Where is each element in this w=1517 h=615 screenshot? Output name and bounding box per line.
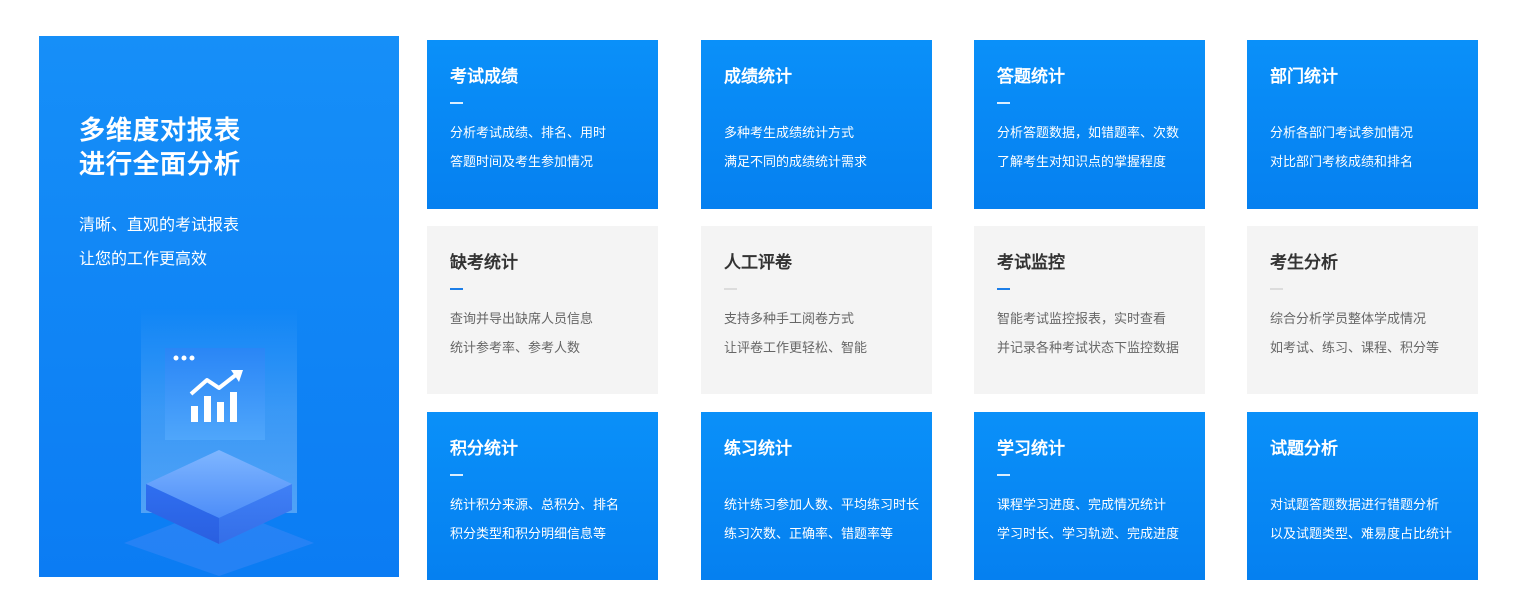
card-description-line-1: 分析答题数据，如错题率、次数 — [997, 126, 1180, 141]
feature-card-manual-grading[interactable]: 人工评卷 支持多种手工阅卷方式 让评卷工作更轻松、智能 — [701, 226, 932, 394]
report-illustration — [124, 308, 314, 576]
card-description: 分析答题数据，如错题率、次数 了解考生对知识点的掌握程度 — [997, 119, 1205, 177]
card-description-line-1: 分析各部门考试参加情况 — [1270, 126, 1414, 141]
card-description-line-1: 对试题答题数据进行错题分析 — [1270, 498, 1440, 513]
hero-panel: 多维度对报表 进行全面分析 清晰、直观的考试报表 让您的工作更高效 — [39, 36, 399, 577]
card-divider — [724, 288, 737, 290]
feature-card-points-statistics[interactable]: 积分统计 统计积分来源、总积分、排名 积分类型和积分明细信息等 — [427, 412, 658, 580]
card-divider — [724, 102, 737, 104]
hero-title-line-1: 多维度对报表 — [79, 116, 242, 146]
card-description-line-2: 对比部门考核成绩和排名 — [1270, 155, 1414, 170]
feature-card-exam-score[interactable]: 考试成绩 分析考试成绩、排名、用时 答题时间及考生参加情况 — [427, 40, 658, 209]
card-description: 支持多种手工阅卷方式 让评卷工作更轻松、智能 — [724, 305, 932, 363]
card-description: 分析考试成绩、排名、用时 答题时间及考生参加情况 — [450, 119, 658, 177]
card-description-line-2: 如考试、练习、课程、积分等 — [1270, 341, 1440, 356]
card-title: 部门统计 — [1270, 67, 1338, 87]
card-title: 缺考统计 — [450, 253, 518, 273]
card-description-line-2: 让评卷工作更轻松、智能 — [724, 341, 868, 356]
card-title: 考试成绩 — [450, 67, 518, 87]
card-description-line-2: 以及试题类型、难易度占比统计 — [1270, 527, 1453, 542]
report-features-section: 多维度对报表 进行全面分析 清晰、直观的考试报表 让您的工作更高效 考试成绩 分… — [0, 0, 1517, 615]
chart-trend-icon — [165, 348, 265, 440]
card-description-line-2: 答题时间及考生参加情况 — [450, 155, 594, 170]
card-title: 答题统计 — [997, 67, 1065, 87]
card-title: 人工评卷 — [724, 253, 792, 273]
feature-card-exam-monitoring[interactable]: 考试监控 智能考试监控报表，实时查看 并记录各种考试状态下监控数据 — [974, 226, 1205, 394]
card-title: 学习统计 — [997, 439, 1065, 459]
card-divider — [997, 102, 1010, 104]
card-description: 统计练习参加人数、平均练习时长 练习次数、正确率、错题率等 — [724, 491, 932, 549]
card-description-line-1: 课程学习进度、完成情况统计 — [997, 498, 1167, 513]
card-description-line-1: 查询并导出缺席人员信息 — [450, 312, 594, 327]
card-description-line-2: 满足不同的成绩统计需求 — [724, 155, 868, 170]
card-description: 综合分析学员整体学成情况 如考试、练习、课程、积分等 — [1270, 305, 1478, 363]
feature-card-score-statistics[interactable]: 成绩统计 多种考生成绩统计方式 满足不同的成绩统计需求 — [701, 40, 932, 209]
hero-subtitle-line-2: 让您的工作更高效 — [79, 249, 208, 268]
card-description-line-1: 统计练习参加人数、平均练习时长 — [724, 498, 920, 513]
card-description: 分析各部门考试参加情况 对比部门考核成绩和排名 — [1270, 119, 1478, 177]
card-title: 练习统计 — [724, 439, 792, 459]
card-description: 对试题答题数据进行错题分析 以及试题类型、难易度占比统计 — [1270, 491, 1478, 549]
feature-card-learning-statistics[interactable]: 学习统计 课程学习进度、完成情况统计 学习时长、学习轨迹、完成进度 — [974, 412, 1205, 580]
card-description: 智能考试监控报表，实时查看 并记录各种考试状态下监控数据 — [997, 305, 1205, 363]
card-description-line-1: 支持多种手工阅卷方式 — [724, 312, 855, 327]
card-divider — [450, 102, 463, 104]
card-divider — [997, 474, 1010, 476]
card-description-line-2: 积分类型和积分明细信息等 — [450, 527, 607, 542]
card-description-line-2: 学习时长、学习轨迹、完成进度 — [997, 527, 1180, 542]
card-divider — [1270, 288, 1283, 290]
card-description-line-1: 分析考试成绩、排名、用时 — [450, 126, 607, 141]
card-title: 考生分析 — [1270, 253, 1338, 273]
card-description: 查询并导出缺席人员信息 统计参考率、参考人数 — [450, 305, 658, 363]
card-description-line-1: 统计积分来源、总积分、排名 — [450, 498, 620, 513]
card-divider — [724, 474, 737, 476]
feature-card-absence-statistics[interactable]: 缺考统计 查询并导出缺席人员信息 统计参考率、参考人数 — [427, 226, 658, 394]
card-title: 成绩统计 — [724, 67, 792, 87]
hero-title-line-2: 进行全面分析 — [79, 150, 242, 180]
card-divider — [1270, 102, 1283, 104]
card-description-line-1: 智能考试监控报表，实时查看 — [997, 312, 1167, 327]
card-divider — [450, 288, 463, 290]
feature-card-question-analysis[interactable]: 试题分析 对试题答题数据进行错题分析 以及试题类型、难易度占比统计 — [1247, 412, 1478, 580]
card-divider — [997, 288, 1010, 290]
card-title: 积分统计 — [450, 439, 518, 459]
feature-card-department-statistics[interactable]: 部门统计 分析各部门考试参加情况 对比部门考核成绩和排名 — [1247, 40, 1478, 209]
hero-subtitle: 清晰、直观的考试报表 让您的工作更高效 — [79, 208, 239, 276]
card-description-line-2: 统计参考率、参考人数 — [450, 341, 581, 356]
card-description-line-2: 并记录各种考试状态下监控数据 — [997, 341, 1180, 356]
card-description-line-2: 练习次数、正确率、错题率等 — [724, 527, 894, 542]
hero-title: 多维度对报表 进行全面分析 — [79, 114, 241, 182]
card-title: 试题分析 — [1270, 439, 1338, 459]
card-description-line-1: 多种考生成绩统计方式 — [724, 126, 855, 141]
card-description: 课程学习进度、完成情况统计 学习时长、学习轨迹、完成进度 — [997, 491, 1205, 549]
card-divider — [1270, 474, 1283, 476]
card-description: 统计积分来源、总积分、排名 积分类型和积分明细信息等 — [450, 491, 658, 549]
feature-card-practice-statistics[interactable]: 练习统计 统计练习参加人数、平均练习时长 练习次数、正确率、错题率等 — [701, 412, 932, 580]
feature-card-answer-statistics[interactable]: 答题统计 分析答题数据，如错题率、次数 了解考生对知识点的掌握程度 — [974, 40, 1205, 209]
hero-subtitle-line-1: 清晰、直观的考试报表 — [79, 215, 240, 234]
card-description-line-2: 了解考生对知识点的掌握程度 — [997, 155, 1167, 170]
card-description: 多种考生成绩统计方式 满足不同的成绩统计需求 — [724, 119, 932, 177]
card-divider — [450, 474, 463, 476]
card-description-line-1: 综合分析学员整体学成情况 — [1270, 312, 1427, 327]
card-title: 考试监控 — [997, 253, 1065, 273]
feature-card-candidate-analysis[interactable]: 考生分析 综合分析学员整体学成情况 如考试、练习、课程、积分等 — [1247, 226, 1478, 394]
